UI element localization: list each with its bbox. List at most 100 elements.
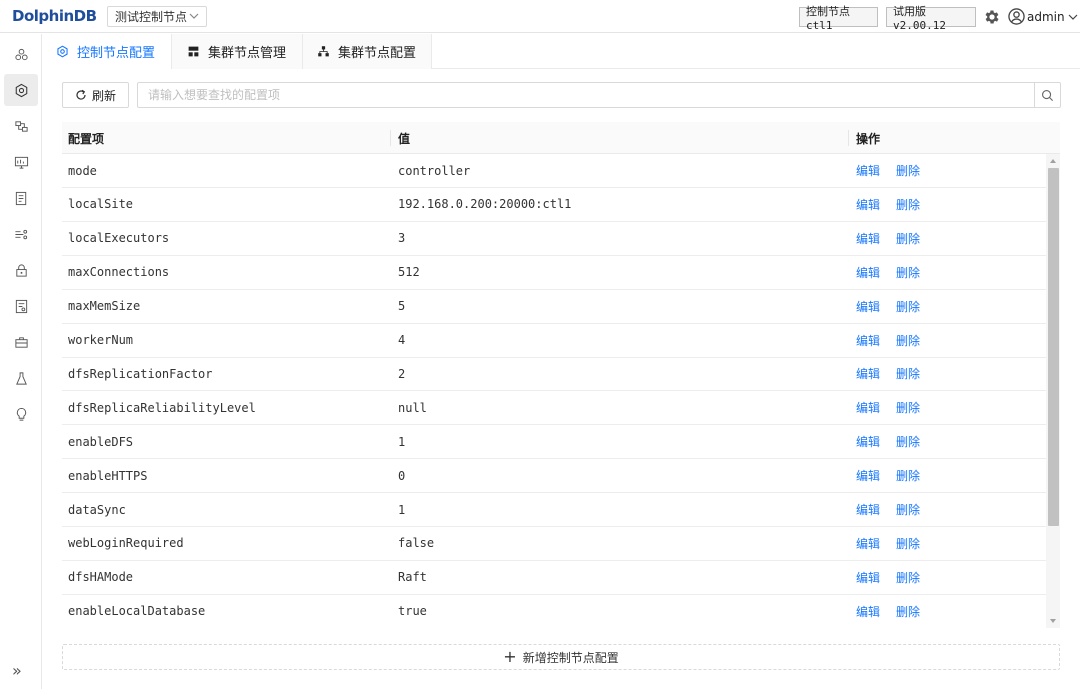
sidebar-item-lab[interactable]: [4, 362, 38, 394]
row-actions: 编辑 删除: [856, 527, 920, 560]
config-value: 0: [398, 468, 406, 483]
table-row: localExecutors 3 编辑 删除: [62, 222, 1046, 256]
node-tag: 控制节点 ctl1: [799, 5, 878, 32]
delete-link[interactable]: 删除: [896, 501, 920, 518]
row-actions: 编辑 删除: [856, 290, 920, 323]
sidebar-item-cluster[interactable]: [4, 110, 38, 142]
scroll-up-icon[interactable]: [1049, 157, 1057, 165]
row-actions: 编辑 删除: [856, 324, 920, 357]
edit-link[interactable]: 编辑: [856, 264, 880, 281]
column-header-key: 配置项: [68, 131, 105, 146]
delete-link[interactable]: 删除: [896, 230, 920, 247]
table-row: dfsReplicationFactor 2 编辑 删除: [62, 357, 1046, 392]
delete-link[interactable]: 删除: [896, 298, 920, 315]
config-value: 3: [398, 231, 406, 246]
edit-link[interactable]: 编辑: [856, 535, 880, 552]
cluster-config-icon: [318, 46, 329, 57]
sidebar-item-lock[interactable]: [4, 254, 38, 286]
dolphindb-logo[interactable]: Dolphin DB: [12, 6, 97, 26]
search-input[interactable]: [137, 82, 1035, 108]
sidebar-item-stream[interactable]: [4, 218, 38, 250]
monitor-icon: [14, 156, 28, 169]
sidebar-item-config[interactable]: [4, 74, 38, 106]
config-key: dataSync: [68, 502, 126, 517]
table-header: 配置项 值 操作: [62, 122, 1060, 154]
delete-link[interactable]: 删除: [896, 264, 920, 281]
edit-link[interactable]: 编辑: [856, 162, 880, 179]
delete-link[interactable]: 删除: [896, 162, 920, 179]
log-icon: [15, 191, 26, 205]
user-name: admin: [1027, 9, 1065, 24]
sidebar-item-log[interactable]: [4, 182, 38, 214]
cluster-manage-icon: [188, 46, 199, 57]
user-menu[interactable]: admin: [1008, 7, 1080, 26]
gear-icon[interactable]: [983, 8, 1001, 26]
column-header-value: 值: [398, 131, 411, 146]
config-value: false: [398, 536, 435, 551]
sidebar-item-doc[interactable]: [4, 290, 38, 322]
lock-icon: [15, 263, 27, 277]
edit-link[interactable]: 编辑: [856, 501, 880, 518]
table-row: maxMemSize 5 编辑 删除: [62, 290, 1046, 324]
row-actions: 编辑 删除: [856, 154, 920, 187]
refresh-button[interactable]: 刷新: [62, 82, 129, 108]
sidebar-item-monitor[interactable]: [4, 146, 38, 178]
config-value: null: [398, 400, 427, 415]
delete-link[interactable]: 删除: [896, 365, 920, 382]
scrollbar-thumb[interactable]: [1048, 168, 1059, 526]
delete-link[interactable]: 删除: [896, 569, 920, 586]
edit-link[interactable]: 编辑: [856, 298, 880, 315]
sidebar-item-overview[interactable]: [4, 38, 38, 70]
row-actions: 编辑 删除: [856, 561, 920, 594]
delete-link[interactable]: 删除: [896, 603, 920, 620]
settings-icon: [57, 45, 68, 58]
tab-label: 集群节点配置: [338, 46, 417, 61]
chevron-down-icon: [1068, 14, 1078, 20]
add-config-button[interactable]: + 新增控制节点配置: [62, 644, 1060, 670]
delete-link[interactable]: 删除: [896, 399, 920, 416]
column-divider: [848, 130, 849, 146]
scroll-down-icon[interactable]: [1049, 617, 1057, 625]
edit-link[interactable]: 编辑: [856, 569, 880, 586]
delete-link[interactable]: 删除: [896, 433, 920, 450]
edit-link[interactable]: 编辑: [856, 467, 880, 484]
config-key: maxConnections: [68, 265, 170, 280]
delete-link[interactable]: 删除: [896, 332, 920, 349]
sidebar: »: [0, 34, 42, 689]
config-value: controller: [398, 163, 471, 178]
overview-icon: [14, 48, 28, 60]
search-button[interactable]: [1034, 82, 1061, 108]
edit-link[interactable]: 编辑: [856, 399, 880, 416]
chevron-down-icon: [189, 13, 199, 19]
edit-link[interactable]: 编辑: [856, 332, 880, 349]
edit-link[interactable]: 编辑: [856, 196, 880, 213]
sidebar-expand-button[interactable]: »: [12, 661, 30, 680]
doc-icon: [15, 299, 27, 313]
delete-link[interactable]: 删除: [896, 535, 920, 552]
tab-label: 集群节点管理: [208, 46, 287, 61]
sidebar-item-toolbox[interactable]: [4, 326, 38, 358]
config-key: maxMemSize: [68, 299, 141, 314]
cluster-icon: [14, 120, 28, 132]
row-actions: 编辑 删除: [856, 391, 920, 424]
table-row: dfsReplicaReliabilityLevel null 编辑 删除: [62, 391, 1046, 426]
tab-cluster-config[interactable]: 集群节点配置: [303, 34, 432, 69]
delete-link[interactable]: 删除: [896, 467, 920, 484]
delete-link[interactable]: 删除: [896, 196, 920, 213]
node-select[interactable]: 测试控制节点: [107, 6, 207, 27]
tab-cluster-manage[interactable]: 集群节点管理: [172, 34, 303, 69]
row-actions: 编辑 删除: [856, 188, 920, 221]
toolbar: 刷新: [62, 82, 1061, 108]
table-scrollbar[interactable]: [1046, 154, 1060, 628]
config-key: webLoginRequired: [68, 536, 184, 551]
config-value: 4: [398, 333, 406, 347]
edit-link[interactable]: 编辑: [856, 365, 880, 382]
sidebar-item-bulb[interactable]: [4, 398, 38, 430]
edit-link[interactable]: 编辑: [856, 433, 880, 450]
table-row: workerNum 4 编辑 删除: [62, 324, 1046, 358]
edit-link[interactable]: 编辑: [856, 230, 880, 247]
edit-link[interactable]: 编辑: [856, 603, 880, 620]
config-value: 1: [398, 502, 406, 517]
tab-controller-config[interactable]: 控制节点配置: [42, 34, 172, 69]
row-actions: 编辑 删除: [856, 459, 920, 492]
